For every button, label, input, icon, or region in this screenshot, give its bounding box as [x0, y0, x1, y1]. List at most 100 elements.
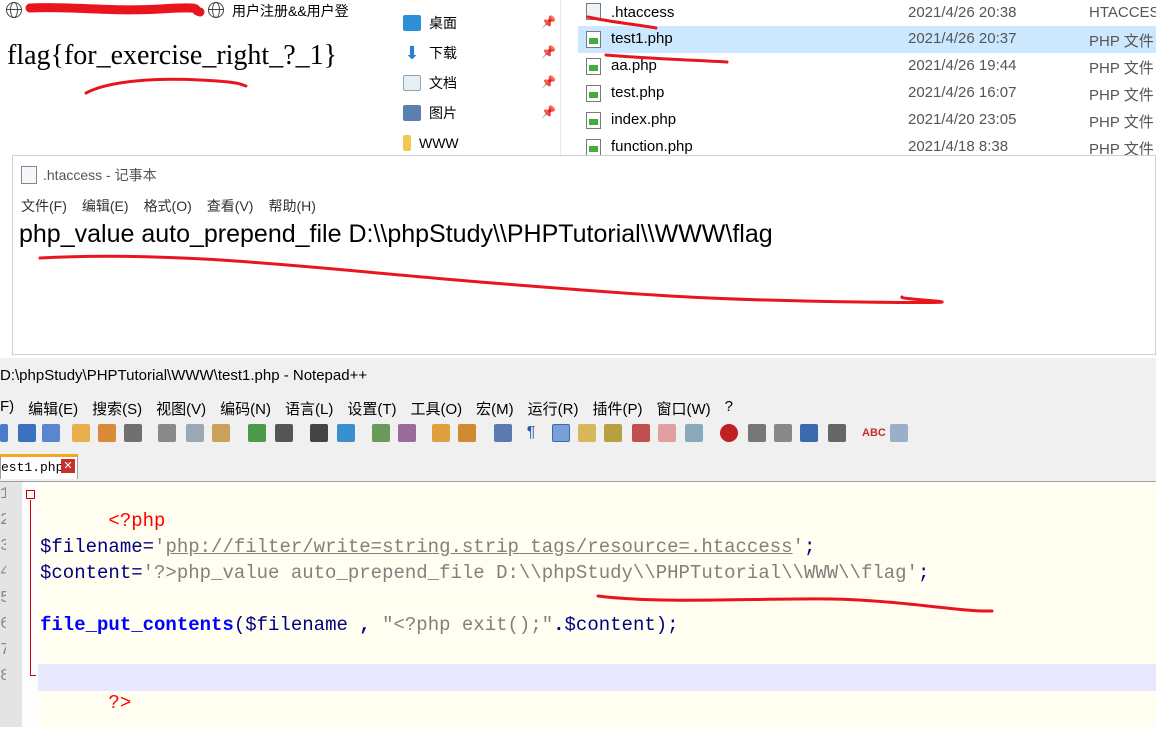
- menu-file[interactable]: F): [0, 398, 14, 419]
- menu-edit[interactable]: 编辑(E): [28, 398, 78, 419]
- menu-macro[interactable]: 宏(M): [476, 398, 514, 419]
- word-wrap-icon[interactable]: [494, 424, 512, 442]
- cut-icon[interactable]: [158, 424, 176, 442]
- close-all-icon[interactable]: [98, 424, 116, 442]
- stop-macro-icon[interactable]: [748, 424, 766, 442]
- line-number-gutter: 1 2 3 4 5 6 7 8: [0, 482, 22, 727]
- variable-filename: $filename: [245, 614, 348, 636]
- menu-window[interactable]: 窗口(W): [657, 398, 711, 419]
- sync-horizontal-icon[interactable]: [458, 424, 476, 442]
- menu-language[interactable]: 语言(L): [285, 398, 333, 419]
- document-map-icon[interactable]: [604, 424, 622, 442]
- browser-tab-title[interactable]: 用户注册&&用户登: [232, 1, 349, 21]
- paste-icon[interactable]: [212, 424, 230, 442]
- line-number: 7: [0, 641, 6, 660]
- globe-icon: [208, 2, 224, 23]
- quick-access-documents[interactable]: 文档: [403, 69, 457, 97]
- pin-icon[interactable]: 📌: [541, 45, 556, 59]
- file-name: test.php: [611, 84, 665, 101]
- print-icon[interactable]: [124, 424, 142, 442]
- menu-search[interactable]: 搜索(S): [92, 398, 142, 419]
- file-row-selected[interactable]: test1.php 2021/4/26 20:37 PHP 文件: [578, 26, 1156, 53]
- menu-help[interactable]: ?: [725, 398, 733, 419]
- code-line-3: $filename='php://filter/write=string.str…: [40, 534, 815, 560]
- menu-tools[interactable]: 工具(O): [411, 398, 463, 419]
- menu-plugins[interactable]: 插件(P): [593, 398, 643, 419]
- pin-icon[interactable]: 📌: [541, 75, 556, 89]
- menu-run[interactable]: 运行(R): [528, 398, 579, 419]
- notepad-menubar: 文件(F) 编辑(E) 格式(O) 查看(V) 帮助(H): [21, 196, 316, 216]
- close-icon[interactable]: ✕: [61, 459, 75, 473]
- php-file-icon: [586, 31, 601, 48]
- new-file-icon[interactable]: [0, 424, 8, 442]
- menu-edit[interactable]: 编辑(E): [82, 196, 129, 216]
- file-row[interactable]: .htaccess 2021/4/26 20:38 HTACCESS: [578, 0, 1156, 27]
- menu-file[interactable]: 文件(F): [21, 196, 67, 216]
- download-arrow-icon: ⬇: [404, 43, 420, 63]
- filter-url-string[interactable]: php://filter/write=string.strip_tags/res…: [165, 536, 792, 558]
- file-type: PHP 文件: [1089, 87, 1154, 104]
- pin-icon[interactable]: 📌: [541, 105, 556, 119]
- line-number: 2: [0, 511, 6, 530]
- fold-line: [30, 500, 31, 675]
- quick-access-www[interactable]: WWW: [403, 129, 459, 157]
- save-icon[interactable]: [18, 424, 36, 442]
- tab-test1-php[interactable]: est1.php ✕: [0, 454, 78, 479]
- variable-filename: $filename: [40, 536, 143, 558]
- save-macro-icon[interactable]: [828, 424, 846, 442]
- notepad-title: .htaccess - 记事本: [43, 167, 157, 183]
- find-icon[interactable]: [310, 424, 328, 442]
- indent-guide-icon[interactable]: [552, 424, 570, 442]
- menu-encoding[interactable]: 编码(N): [220, 398, 271, 419]
- code-line-1: <?php: [40, 482, 165, 532]
- record-macro-icon[interactable]: [720, 424, 738, 442]
- function-call: file_put_contents: [40, 614, 234, 636]
- play-macro-icon[interactable]: [774, 424, 792, 442]
- monitoring-eye-icon[interactable]: [685, 424, 703, 442]
- menu-view[interactable]: 视图(V): [156, 398, 206, 419]
- redo-icon[interactable]: [275, 424, 293, 442]
- folder-as-workspace-icon[interactable]: [658, 424, 676, 442]
- menu-settings[interactable]: 设置(T): [347, 398, 396, 419]
- line-number: 6: [0, 615, 6, 634]
- menu-format[interactable]: 格式(O): [144, 196, 192, 216]
- file-row[interactable]: test.php 2021/4/26 16:07 PHP 文件: [578, 80, 1156, 107]
- fold-end-marker: [30, 675, 36, 676]
- redacted-tab-title: [32, 5, 192, 15]
- notepadpp-toolbar: ¶ ABC: [0, 421, 1156, 447]
- user-defined-language-icon[interactable]: [578, 424, 596, 442]
- tab-label: est1.php: [1, 460, 64, 475]
- fold-collapse-icon[interactable]: [26, 490, 35, 499]
- save-all-icon[interactable]: [42, 424, 60, 442]
- menu-help[interactable]: 帮助(H): [268, 196, 315, 216]
- function-list-icon[interactable]: [632, 424, 650, 442]
- replace-icon[interactable]: [337, 424, 355, 442]
- copy-icon[interactable]: [186, 424, 204, 442]
- panel-icon[interactable]: [890, 424, 908, 442]
- file-date: 2021/4/26 20:37: [908, 30, 1017, 47]
- close-file-icon[interactable]: [72, 424, 90, 442]
- code-editor[interactable]: 1 2 3 4 5 6 7 8 <?php $filename='php://f…: [0, 482, 1156, 727]
- php-file-icon: [586, 139, 601, 156]
- operator: =: [131, 562, 143, 584]
- notepad-text-area[interactable]: php_value auto_prepend_file D:\\phpStudy…: [19, 220, 773, 249]
- file-row[interactable]: index.php 2021/4/20 23:05 PHP 文件: [578, 107, 1156, 134]
- undo-icon[interactable]: [248, 424, 266, 442]
- zoom-out-icon[interactable]: [398, 424, 416, 442]
- zoom-in-icon[interactable]: [372, 424, 390, 442]
- browser-window: 用户注册&&用户登 flag{for_exercise_right_?_1}: [0, 0, 365, 155]
- spell-check-icon[interactable]: ABC: [862, 424, 886, 442]
- quick-access-pictures[interactable]: 图片: [403, 99, 457, 127]
- file-date: 2021/4/26 20:38: [908, 4, 1017, 21]
- menu-view[interactable]: 查看(V): [207, 196, 254, 216]
- sync-vertical-icon[interactable]: [432, 424, 450, 442]
- run-macro-multiple-icon[interactable]: [800, 424, 818, 442]
- pin-icon[interactable]: 📌: [541, 15, 556, 29]
- desktop-icon: [403, 15, 421, 31]
- notepadpp-window: D:\phpStudy\PHPTutorial\WWW\test1.php - …: [0, 358, 1156, 727]
- file-row[interactable]: aa.php 2021/4/26 19:44 PHP 文件: [578, 53, 1156, 80]
- quick-access-downloads[interactable]: ⬇ 下载: [403, 39, 457, 67]
- line-number: 3: [0, 537, 6, 556]
- show-all-characters-icon[interactable]: ¶: [522, 424, 540, 442]
- quick-access-desktop[interactable]: 桌面: [403, 9, 457, 37]
